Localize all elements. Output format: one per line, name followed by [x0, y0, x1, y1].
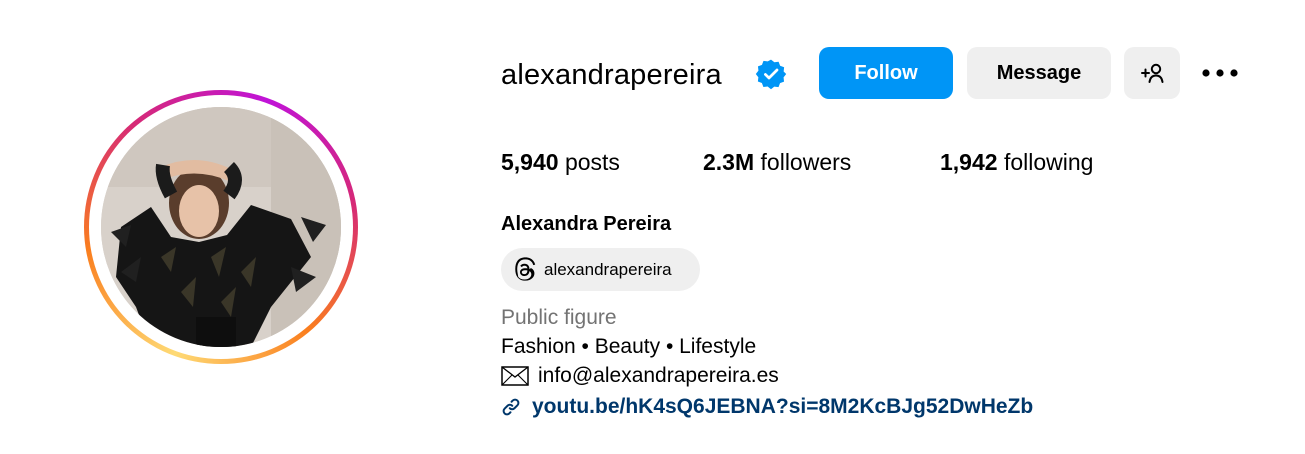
- following-label: following: [1003, 149, 1094, 175]
- followers-label: followers: [760, 149, 852, 175]
- threads-handle: alexandrapereira: [544, 259, 672, 279]
- following-stat[interactable]: 1,942 following: [940, 146, 1093, 178]
- more-options-icon: [1202, 69, 1238, 77]
- username: alexandrapereira: [501, 59, 722, 91]
- more-options-button[interactable]: [1200, 58, 1240, 88]
- email-text: info@alexandrapereira.es: [538, 364, 779, 387]
- category-label: Public figure: [501, 306, 617, 329]
- suggested-accounts-button[interactable]: [1124, 47, 1180, 99]
- verified-badge-icon: [755, 59, 787, 90]
- story-ring[interactable]: [84, 90, 358, 364]
- threads-icon: [515, 256, 536, 281]
- full-name: Alexandra Pereira: [501, 213, 672, 235]
- external-link-text[interactable]: youtu.be/hK4sQ6JEBNA?si=8M2KcBJg52DwHeZb: [532, 393, 1033, 421]
- add-user-icon: [1141, 63, 1164, 83]
- bio-text: Fashion • Beauty • Lifestyle: [501, 335, 757, 358]
- profile-header: alexandrapereira Follow Message 5,940 po…: [0, 0, 1305, 454]
- posts-stat: 5,940 posts: [501, 146, 620, 178]
- posts-count: 5,940: [501, 149, 559, 175]
- threads-link[interactable]: alexandrapereira: [501, 248, 700, 291]
- followers-count: 2.3M: [703, 149, 755, 175]
- followers-stat[interactable]: 2.3M followers: [703, 146, 851, 178]
- following-count: 1,942: [940, 149, 998, 175]
- mail-icon: [501, 366, 529, 386]
- email-row: info@alexandrapereira.es: [501, 362, 779, 390]
- message-button[interactable]: Message: [967, 47, 1111, 99]
- posts-label: posts: [564, 149, 620, 175]
- external-link[interactable]: youtu.be/hK4sQ6JEBNA?si=8M2KcBJg52DwHeZb: [501, 393, 1033, 421]
- profile-avatar[interactable]: [101, 107, 341, 347]
- follow-button[interactable]: Follow: [819, 47, 953, 99]
- link-icon: [502, 398, 520, 416]
